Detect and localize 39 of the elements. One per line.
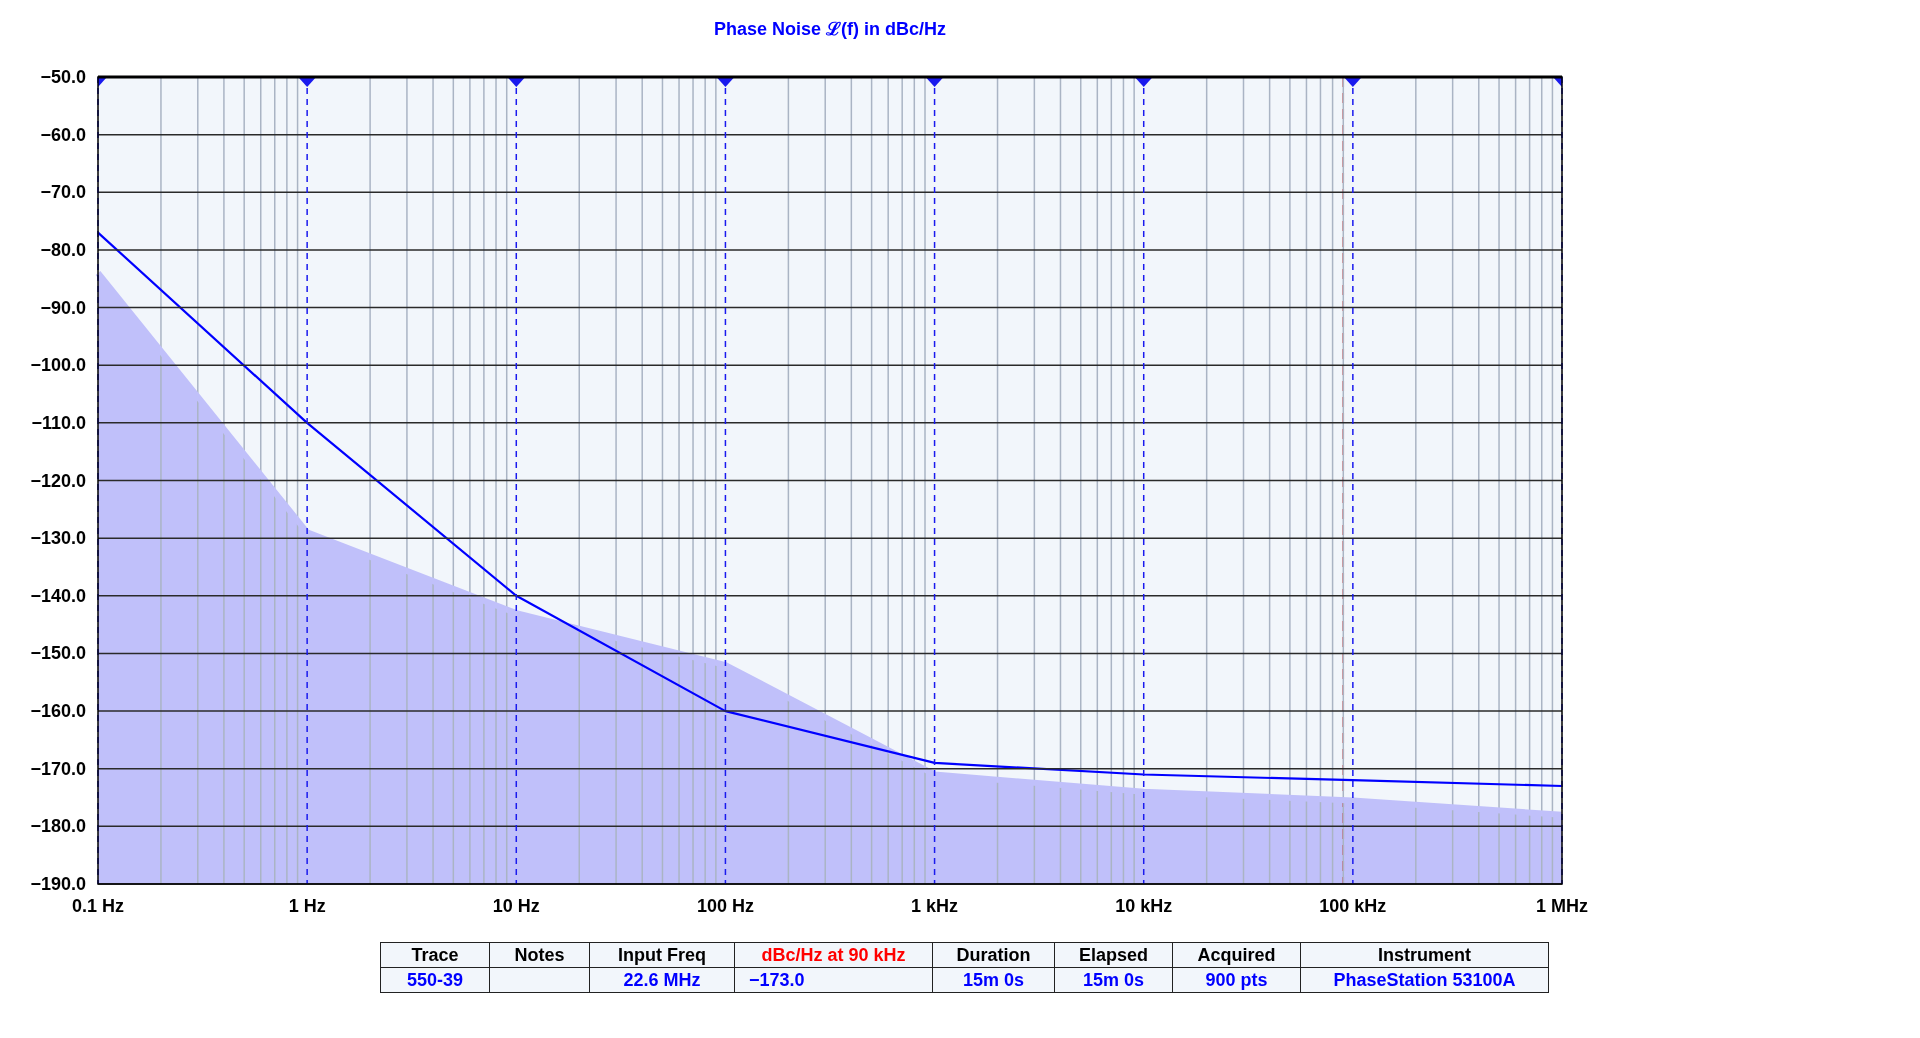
column-header: Elapsed: [1054, 942, 1173, 968]
x-axis-label: 1 kHz: [911, 896, 959, 916]
y-axis-label: −100.0: [30, 355, 86, 376]
y-axis-label: −80.0: [40, 239, 86, 260]
y-axis-label: −50.0: [40, 67, 86, 87]
x-axis-label: 100 kHz: [1319, 896, 1387, 916]
y-axis-label: −140.0: [30, 585, 86, 606]
y-axis-label: −60.0: [40, 124, 86, 145]
y-axis-label: −180.0: [30, 816, 86, 837]
column-header: Notes: [489, 942, 590, 968]
column-header: Acquired: [1172, 942, 1301, 968]
y-axis-label: −190.0: [30, 874, 86, 894]
x-axis-label: 10 kHz: [1115, 896, 1173, 916]
y-axis-label: −130.0: [30, 528, 86, 549]
table-cell: −173.0: [734, 967, 933, 993]
table-cell: 15m 0s: [932, 967, 1055, 993]
y-axis-label: −120.0: [30, 470, 86, 491]
table-cell: 550-39: [380, 967, 490, 993]
column-header: dBc/Hz at 90 kHz: [734, 942, 933, 968]
table-cell: PhaseStation 53100A: [1300, 967, 1549, 993]
column-header: Duration: [932, 942, 1055, 968]
y-axis-label: −160.0: [30, 701, 86, 722]
column-header: Trace: [380, 942, 490, 968]
x-axis-label: 0.1 Hz: [72, 896, 124, 916]
x-axis-label: 100 Hz: [696, 896, 754, 916]
x-axis-label: 10 Hz: [492, 896, 540, 916]
table-cell: 22.6 MHz: [589, 967, 735, 993]
column-header: Instrument: [1300, 942, 1549, 968]
table-cell: 15m 0s: [1054, 967, 1173, 993]
x-axis-label: 1 MHz: [1536, 896, 1588, 916]
y-axis-label: −110.0: [31, 412, 86, 433]
column-header: Input Freq: [589, 942, 735, 968]
table-cell: 900 pts: [1172, 967, 1301, 993]
y-axis-label: −90.0: [40, 297, 86, 318]
y-axis-label: −150.0: [30, 643, 86, 664]
y-axis-label: −70.0: [40, 182, 86, 203]
x-axis-label: 1 Hz: [288, 896, 326, 916]
chart-title: Phase Noise ℒ(f) in dBc/Hz: [714, 19, 946, 39]
y-axis-label: −170.0: [30, 758, 86, 779]
